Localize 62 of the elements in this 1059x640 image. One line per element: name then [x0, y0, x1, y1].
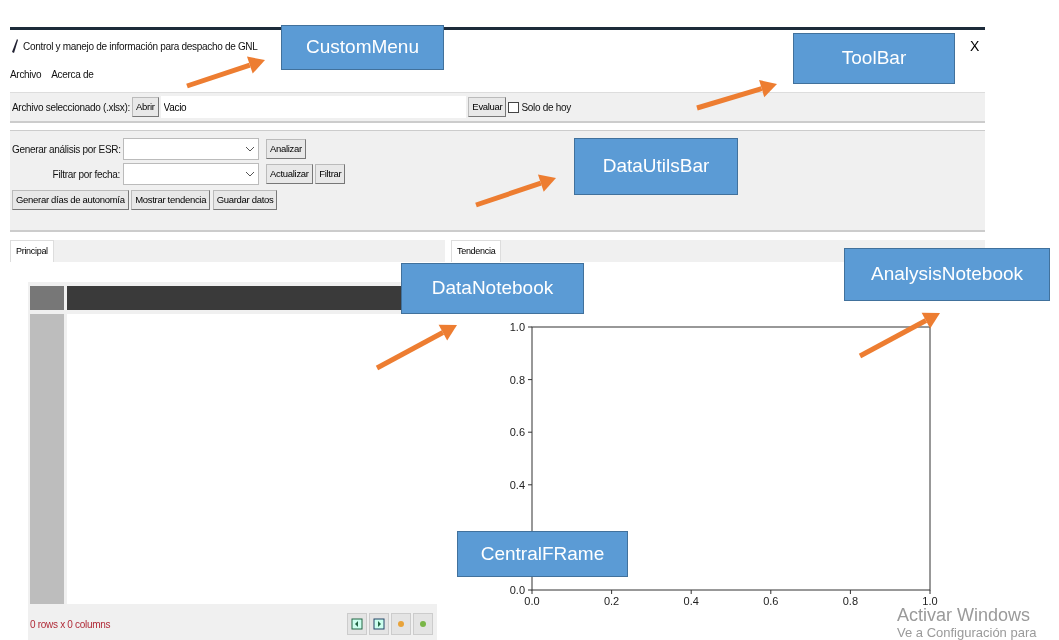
menu-item[interactable]: Archivo [10, 66, 42, 82]
checkbox-label: Solo de hoy [521, 100, 571, 115]
tick-mark [527, 379, 533, 381]
table-right-icon [373, 618, 385, 630]
axis-tick-label: 0.4 [683, 595, 699, 607]
window-title: Control y manejo de información para despacho de GNL [23, 39, 258, 54]
table-tool-button[interactable] [413, 613, 433, 635]
callout-label: ToolBar [793, 33, 955, 84]
callout-label: DataUtilsBar [574, 138, 738, 195]
axis-tick-label: 0.0 [509, 584, 525, 596]
callout-label: AnalysisNotebook [844, 248, 1050, 301]
notice-title: Activar Windows [897, 605, 1031, 625]
filter-button[interactable]: Filtrar [315, 164, 346, 184]
table-corner-cell [30, 286, 64, 310]
axis-tick-label: 1.0 [922, 595, 938, 607]
tab[interactable]: Principal [10, 240, 54, 262]
tick-mark [770, 589, 772, 595]
table-tool-button[interactable] [347, 613, 367, 635]
tab[interactable]: Tendencia [451, 240, 502, 262]
axis-tick-label: 0.6 [509, 426, 525, 439]
evaluate-button[interactable]: Evaluar [468, 97, 507, 117]
table-status: 0 rows x 0 columns [30, 617, 111, 632]
dropdown[interactable] [122, 163, 259, 185]
axis-tick-label: 0.2 [603, 595, 620, 607]
field-label: Generar análisis por ESR: [12, 142, 120, 157]
field-label: Archivo seleccionado (.xlsx): [12, 100, 130, 115]
axis-tick-label: 0.4 [509, 478, 525, 491]
dot-icon [395, 618, 407, 630]
autonomy-button[interactable]: Generar días de autonomía [12, 190, 129, 210]
chevron-down-icon [245, 171, 254, 177]
update-button[interactable]: Actualizar [266, 164, 313, 184]
callout-label: CentralFRame [457, 531, 628, 577]
tick-mark [849, 589, 851, 595]
dot-icon [417, 618, 429, 630]
axis-tick-label: 1.0 [509, 321, 525, 333]
notice-text: Ve a Configuración para [897, 625, 1037, 640]
table-tool-button[interactable] [369, 613, 389, 635]
file-path-field[interactable]: Vacio [160, 96, 467, 118]
analyze-button[interactable]: Analizar [266, 139, 306, 159]
axis-tick-label: 0.6 [763, 595, 779, 607]
dropdown[interactable] [122, 138, 259, 160]
menu-item[interactable]: Acerca de [51, 66, 94, 82]
save-data-button[interactable]: Guardar datos [212, 190, 278, 210]
tick-mark [527, 326, 533, 328]
axis-tick-label: 0.8 [509, 373, 525, 386]
chevron-down-icon [245, 146, 254, 152]
tick-mark [527, 484, 533, 486]
tick-mark [929, 589, 931, 595]
table-left-icon [351, 618, 363, 630]
checkbox[interactable] [508, 101, 520, 113]
tick-mark [611, 589, 613, 595]
callout-label: DataNotebook [401, 263, 584, 314]
axis-tick-label: 0.0 [524, 595, 540, 607]
field-label: Filtrar por fecha: [51, 167, 120, 182]
close-button[interactable]: X [963, 35, 985, 57]
callout-label: CustomMenu [281, 25, 444, 70]
tick-mark [690, 589, 692, 595]
axis-tick-label: 0.8 [842, 595, 859, 607]
feather-icon [12, 39, 18, 53]
tick-mark [527, 431, 533, 433]
open-button[interactable]: Abrir [132, 97, 159, 117]
trend-button[interactable]: Mostrar tendencia [131, 190, 211, 210]
